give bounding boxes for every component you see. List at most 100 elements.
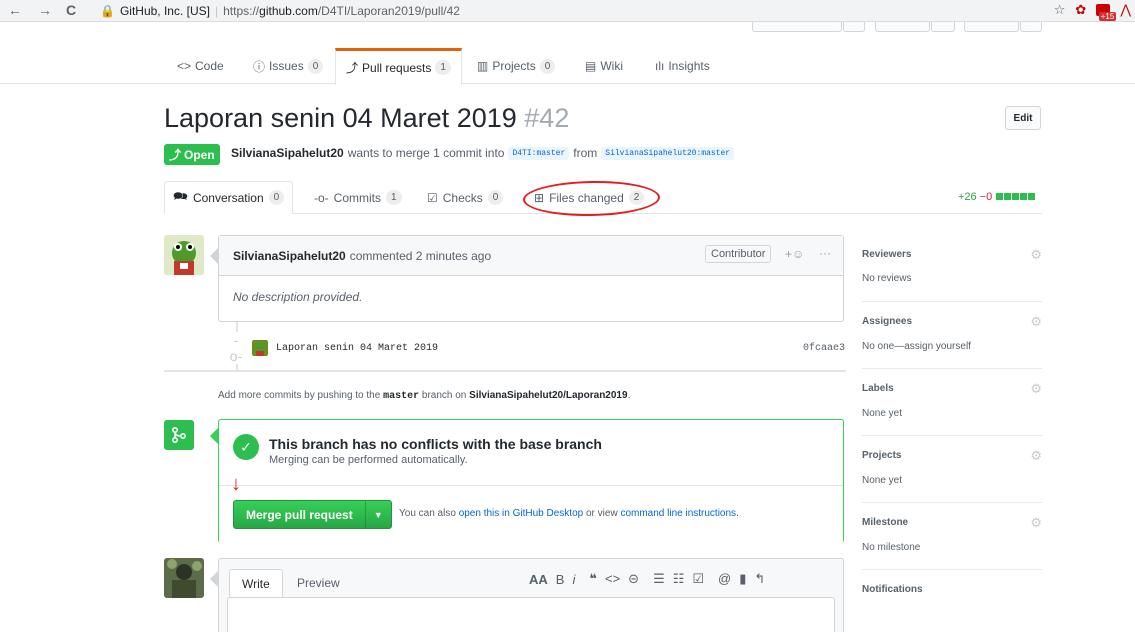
tab-commits[interactable]: -o- Commits 1: [306, 181, 410, 214]
pr-author-link[interactable]: SilvianaSipahelut20: [231, 146, 344, 160]
extension-icon[interactable]: ✿: [1075, 2, 1086, 18]
merge-pull-request-button[interactable]: Merge pull request ▼: [233, 500, 392, 529]
gear-icon[interactable]: ⚙: [1030, 247, 1042, 263]
gear-icon[interactable]: ⚙: [1030, 314, 1042, 330]
sidebar-notifications: Notifications: [862, 570, 1042, 632]
comment-header: SilvianaSipahelut20 commented 2 minutes …: [219, 236, 843, 276]
merge-pointer: [210, 428, 218, 444]
check-icon: ✓: [233, 434, 259, 460]
bookmark-icon[interactable]: ▮: [739, 571, 746, 587]
merge-footer: Merge pull request ▼ You can also open t…: [219, 485, 843, 543]
pr-meta-text: wants to merge 1 commit into: [347, 146, 505, 160]
commits-counter: 1: [386, 190, 402, 205]
command-line-instructions-link[interactable]: command line instructions: [620, 508, 736, 519]
link-icon[interactable]: ⊝: [628, 571, 639, 587]
head-branch-ref[interactable]: SilvianaSipahelut20:master: [601, 146, 735, 160]
merge-button-label[interactable]: Merge pull request: [234, 501, 365, 528]
gear-icon[interactable]: ⚙: [1030, 381, 1042, 397]
italic-icon[interactable]: i: [572, 572, 575, 587]
forward-arrow-icon[interactable]: →: [38, 2, 52, 18]
reload-icon[interactable]: C: [66, 2, 76, 18]
contributor-badge: Contributor: [705, 245, 772, 263]
star-button[interactable]: [875, 22, 930, 32]
ordered-list-icon[interactable]: ☷: [673, 571, 685, 587]
merge-alt-prefix: You can also: [399, 508, 456, 519]
checks-counter: 0: [487, 190, 504, 205]
star-count[interactable]: [931, 22, 955, 32]
commit-message-link[interactable]: Laporan senin 04 Maret 2019: [276, 343, 438, 354]
merge-method-dropdown-icon[interactable]: ▼: [364, 501, 391, 528]
sidebar-projects-value: None yet: [862, 475, 903, 486]
more-options-icon[interactable]: ···: [819, 246, 831, 260]
checklist-icon: ☑: [427, 190, 438, 205]
browser-extensions: ☆ ✿ +15 ⋀: [1054, 2, 1131, 21]
code-icon[interactable]: <>: [605, 571, 620, 587]
files-counter: 2: [628, 190, 645, 205]
extension-badge: +15: [1098, 12, 1117, 21]
fork-button[interactable]: [964, 22, 1019, 32]
push-hint-suffix: .: [627, 390, 631, 401]
gear-icon[interactable]: ⚙: [1030, 448, 1042, 464]
comment-author-link[interactable]: SilvianaSipahelut20: [233, 249, 346, 263]
merge-alt-suffix: .: [736, 508, 739, 519]
tab-checks[interactable]: ☑ Checks 0: [419, 181, 511, 214]
conversation-counter: 0: [268, 190, 285, 205]
comment-textarea[interactable]: [227, 597, 835, 632]
comment-pointer: [210, 248, 218, 264]
address-bar[interactable]: 🔒 GitHub, Inc. [US] | https://github.com…: [100, 2, 460, 20]
commit-sha-link[interactable]: 0fcaae3: [803, 343, 845, 354]
youtube-extension-icon[interactable]: +15: [1096, 4, 1117, 21]
commit-icon: -o-: [314, 190, 329, 205]
mention-icon[interactable]: @: [718, 571, 731, 587]
reponav-wiki[interactable]: ▤ Wiki: [575, 48, 633, 84]
avatar[interactable]: [164, 235, 204, 275]
fork-count[interactable]: [1020, 22, 1042, 32]
comment-body: No description provided.: [233, 290, 363, 304]
diffstat: +26 −0: [958, 191, 1036, 203]
watch-count[interactable]: [843, 22, 865, 32]
gear-icon[interactable]: ⚙: [1030, 515, 1042, 531]
quote-icon[interactable]: ❝: [589, 571, 597, 587]
watch-button[interactable]: [752, 22, 842, 32]
reply-icon[interactable]: ↰: [754, 571, 765, 587]
reponav-projects[interactable]: ▥ Projects 0: [467, 48, 565, 84]
sidebar-assignees-value[interactable]: No one—assign yourself: [862, 341, 971, 352]
url-text: https://github.com/D4TI/Laporan2019/pull…: [223, 4, 460, 18]
merge-status-subtitle: Merging can be performed automatically.: [269, 454, 468, 466]
tab-preview[interactable]: Preview: [285, 569, 352, 597]
comment: SilvianaSipahelut20 commented 2 minutes …: [218, 235, 844, 322]
diffstat-deletions: −0: [979, 191, 993, 203]
form-pointer: [210, 571, 218, 587]
tab-files-changed[interactable]: ⊞ Files changed 2: [526, 181, 652, 214]
tab-conversation[interactable]: 🗪 Conversation 0: [164, 181, 294, 214]
edit-title-button[interactable]: Edit: [1005, 106, 1041, 130]
reponav-pulls-label: Pull requests: [362, 60, 432, 75]
unordered-list-icon[interactable]: ☰: [653, 571, 665, 587]
sidebar-projects-label: Projects: [862, 450, 902, 461]
task-list-icon[interactable]: ☑: [692, 571, 704, 587]
comment-timestamp[interactable]: commented 2 minutes ago: [350, 249, 491, 263]
avatar[interactable]: [164, 558, 204, 598]
open-in-desktop-link[interactable]: open this in GitHub Desktop: [459, 508, 584, 519]
tab-write[interactable]: Write: [229, 569, 283, 598]
pr-number: #42: [524, 103, 570, 133]
commit-avatar[interactable]: [252, 340, 268, 356]
issue-icon: ⓘ: [253, 59, 266, 74]
markdown-toolbar: AA B i ❝ <> ⊝ ☰ ☷ ☑ @ ▮ ↰: [529, 571, 765, 587]
pull-request-icon: ⤴: [169, 148, 182, 162]
sidebar-projects: Projects ⚙ None yet: [862, 436, 1042, 503]
bookmark-star-icon[interactable]: ☆: [1054, 2, 1066, 18]
add-reaction-icon[interactable]: +☺: [785, 247, 804, 261]
pdf-extension-icon[interactable]: ⋀: [1120, 2, 1131, 18]
reponav-issues[interactable]: ⓘ Issues 0: [243, 48, 333, 84]
reponav-code[interactable]: <> Code: [167, 48, 234, 84]
base-branch-ref[interactable]: D4TI:master: [508, 146, 570, 160]
header-text-icon[interactable]: AA: [529, 572, 548, 587]
push-hint-repo-link[interactable]: SilvianaSipahelut20/Laporan2019: [469, 390, 627, 401]
lock-icon: 🔒: [100, 4, 115, 18]
reponav-insights[interactable]: ılı Insights: [645, 48, 720, 84]
bold-icon[interactable]: B: [556, 572, 565, 587]
back-arrow-icon[interactable]: ←: [8, 2, 22, 18]
status-badge-label: Open: [184, 147, 215, 162]
reponav-pull-requests[interactable]: ⤴ Pull requests 1: [335, 48, 462, 85]
